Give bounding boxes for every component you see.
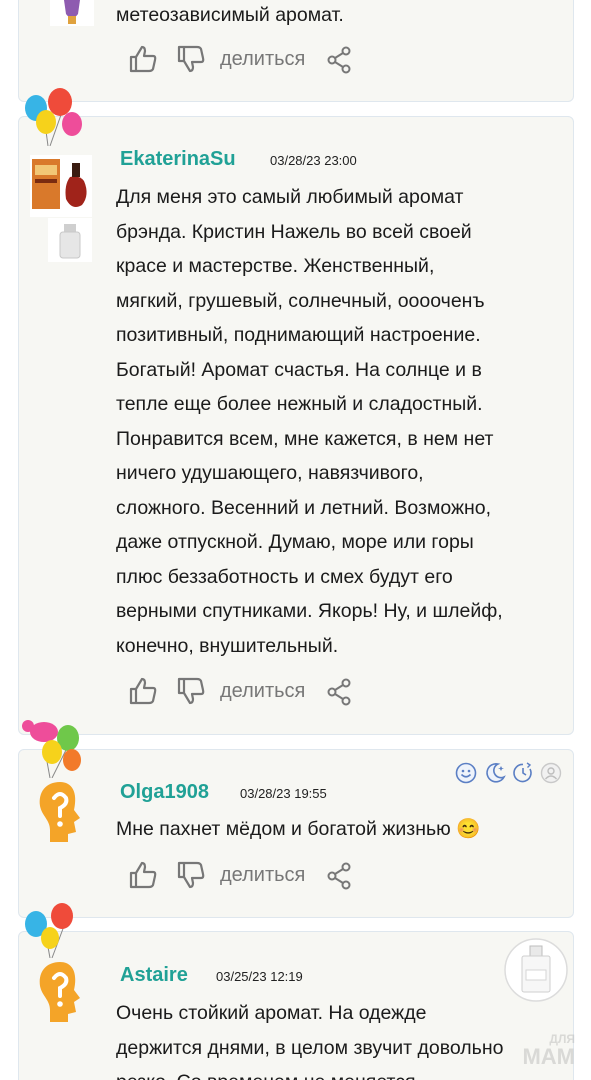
- comment-line: красе и мастерстве. Женственный,: [116, 255, 435, 277]
- balloons-icon: [22, 720, 81, 778]
- username-link[interactable]: Olga1908: [120, 781, 209, 804]
- share-button[interactable]: делиться: [220, 680, 305, 703]
- comment-line: метеозависимый аромат.: [116, 4, 344, 26]
- comment-text: Мне пахнет мёдом и богатой жизнью 😊: [116, 812, 556, 847]
- comment-line: Очень стойкий аромат. На одежде: [116, 1002, 427, 1024]
- comment-line: конечно, внушительный.: [116, 634, 339, 657]
- user-badges: [455, 762, 565, 784]
- question-head-icon: [39, 962, 80, 1022]
- comment-text: Для меня это самый любимый аромат брэнда…: [116, 180, 556, 663]
- thumbs-up-icon[interactable]: [128, 860, 158, 890]
- comment-line: позитивный, поднимающий настроение.: [116, 324, 481, 346]
- thumbs-up-icon[interactable]: [128, 676, 158, 706]
- comment-line: Для меня это самый любимый аромат: [116, 186, 464, 208]
- comment-line: ничего удушающего, навязчивого,: [116, 462, 424, 484]
- share-icon[interactable]: [326, 862, 352, 890]
- comment-line: брэнда. Кристин Нажель во всей своей: [116, 220, 472, 243]
- share-button[interactable]: делиться: [220, 864, 305, 887]
- perfume-bottle-icon: [48, 218, 92, 262]
- username-link[interactable]: Astaire: [120, 964, 188, 987]
- perfume-bottle-icon: [504, 938, 568, 1002]
- clock-icon: [513, 762, 532, 783]
- comment-actions: делиться: [128, 860, 368, 894]
- balloons-icon: [25, 88, 82, 146]
- share-button[interactable]: делиться: [220, 48, 305, 71]
- perfume-bottle-icon: [50, 0, 94, 26]
- reviews-page: метеозависимый аромат. делиться Ekaterin…: [0, 0, 591, 1080]
- person-icon: [540, 762, 562, 784]
- thumbs-down-icon[interactable]: [176, 44, 206, 74]
- comment-line: даже отпускной. Думаю, море или горы: [116, 531, 474, 553]
- username-link[interactable]: EkaterinaSu: [120, 148, 236, 171]
- moon-icon: [486, 763, 506, 783]
- comment-line: мягкий, грушевый, солнечный, ооооченъ: [116, 289, 485, 312]
- share-icon[interactable]: [326, 678, 352, 706]
- comment-line: Богатый! Аромат счастья. На солнце и в: [116, 358, 482, 381]
- comment-date: 03/28/23 19:55: [240, 786, 327, 801]
- comment-date: 03/25/23 12:19: [216, 969, 303, 984]
- comment-line: сложного. Весенний и летний. Возможно,: [116, 496, 492, 519]
- balloons-icon: [25, 903, 73, 958]
- comment-date: 03/28/23 23:00: [270, 153, 357, 168]
- question-head-icon: [39, 782, 80, 842]
- comment-line: плюс беззаботность и смех будут его: [116, 565, 453, 588]
- comment-line: резко. Со временем не меняется: [116, 1065, 556, 1080]
- comment-line: тепле еще более нежный и сладостный.: [116, 393, 483, 415]
- thumbs-up-icon[interactable]: [128, 44, 158, 74]
- watermark-logo: ДЛЯ МАМ: [522, 1032, 575, 1069]
- comment-text: Очень стойкий аромат. На одежде держится…: [116, 996, 556, 1080]
- thumbs-down-icon[interactable]: [176, 860, 206, 890]
- comment-text: метеозависимый аромат.: [116, 0, 556, 33]
- comment-actions: делиться: [128, 44, 368, 78]
- perfume-bottle-icon: [30, 155, 92, 217]
- comment-line: Мне пахнет мёдом и богатой жизнью 😊: [116, 818, 481, 840]
- share-icon[interactable]: [326, 46, 352, 74]
- thumbs-down-icon[interactable]: [176, 676, 206, 706]
- comment-line: держится днями, в целом звучит довольно: [116, 1036, 504, 1059]
- comment-line: верными спутниками. Якорь! Ну, и шлейф,: [116, 600, 503, 622]
- comment-actions: делиться: [128, 676, 368, 710]
- comment-line: Понравится всем, мне кажется, в нем нет: [116, 427, 494, 450]
- smile-icon: [455, 762, 477, 784]
